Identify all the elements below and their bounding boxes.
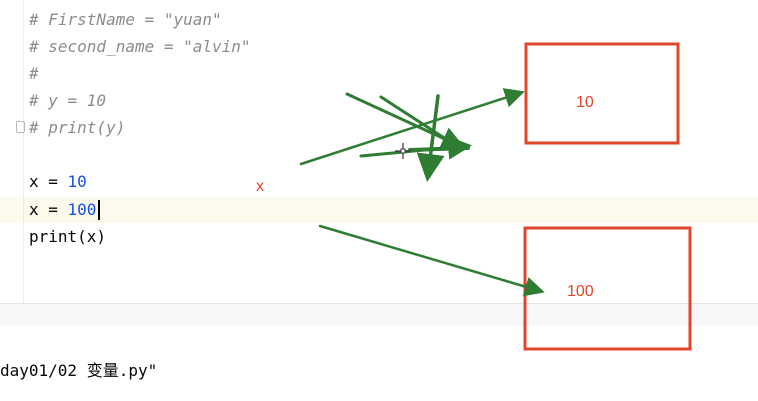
code-line-9[interactable]: print(x) — [29, 224, 106, 250]
editor-gutter[interactable] — [0, 0, 24, 303]
code-line-7[interactable]: x = 10 — [29, 169, 87, 195]
code-line-1[interactable]: # FirstName = "yuan" — [29, 7, 222, 33]
run-script-path: day01/02 变量.py" — [0, 361, 158, 380]
ide-window: # FirstName = "yuan" # second_name = "al… — [0, 0, 758, 401]
editor-status-strip — [0, 303, 758, 327]
crosshair-cursor-icon — [395, 143, 411, 159]
code-line-5[interactable]: # print(y) — [29, 115, 125, 141]
code-token: x = — [29, 172, 68, 191]
number-literal: 10 — [67, 172, 87, 191]
code-line-8[interactable]: x = 100 — [29, 197, 96, 223]
code-line-3[interactable]: # — [29, 61, 39, 87]
current-line-gutter — [0, 197, 23, 223]
text-caret — [98, 200, 100, 220]
code-editor[interactable]: # FirstName = "yuan" # second_name = "al… — [0, 0, 758, 303]
code-line-4[interactable]: # y = 10 — [29, 88, 106, 114]
code-line-2[interactable]: # second_name = "alvin" — [29, 34, 251, 60]
code-token: x = — [29, 200, 68, 219]
fold-icon[interactable] — [16, 121, 25, 133]
variable-x-label: x — [256, 178, 264, 195]
current-line-highlight — [24, 197, 758, 223]
number-literal: 100 — [67, 200, 97, 219]
